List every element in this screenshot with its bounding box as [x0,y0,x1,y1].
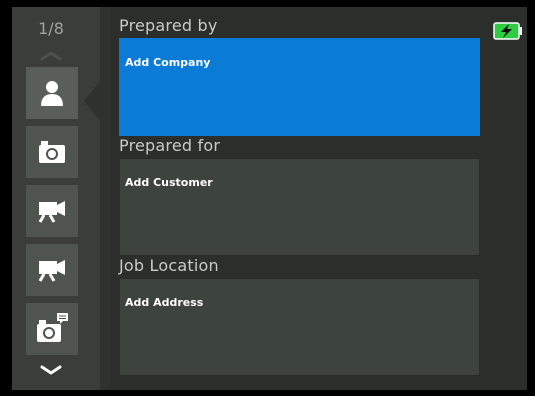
video-camera-icon [38,201,65,223]
job-location-value: Add Address [125,296,204,309]
nav-photo-note-button[interactable] [26,303,78,355]
chevron-down-icon[interactable] [39,363,63,379]
sidebar-divider [100,7,110,390]
page-counter: 1/8 [38,19,64,38]
job-location-field[interactable]: Add Address [119,278,480,376]
prepared-for-field[interactable]: Add Customer [119,158,480,256]
prepared-by-field[interactable]: Add Company [119,38,480,136]
prepared-by-value: Add Company [125,56,211,69]
sidebar: 1/8 [12,7,100,390]
nav-video-2-button[interactable] [26,244,78,296]
job-location-label: Job Location [119,256,219,275]
prepared-for-value: Add Customer [125,176,213,189]
video-camera-icon [38,260,65,282]
person-icon [41,81,63,106]
camera-icon [39,141,65,163]
nav-photo-button[interactable] [26,126,78,178]
nav-video-button[interactable] [26,185,78,237]
active-indicator [84,81,100,121]
status-panel [487,7,527,390]
prepared-for-label: Prepared for [119,136,221,155]
prepared-by-label: Prepared by [119,16,218,35]
report-header-form: Prepared by Add Company Prepared for Add… [110,7,487,390]
battery-charging-icon [493,22,522,40]
device-screen: 1/8 Prepared by Add Company Prepared for… [0,0,535,396]
chevron-up-icon[interactable] [39,47,63,63]
nav-profile-button[interactable] [26,67,78,119]
camera-note-icon [37,313,68,342]
